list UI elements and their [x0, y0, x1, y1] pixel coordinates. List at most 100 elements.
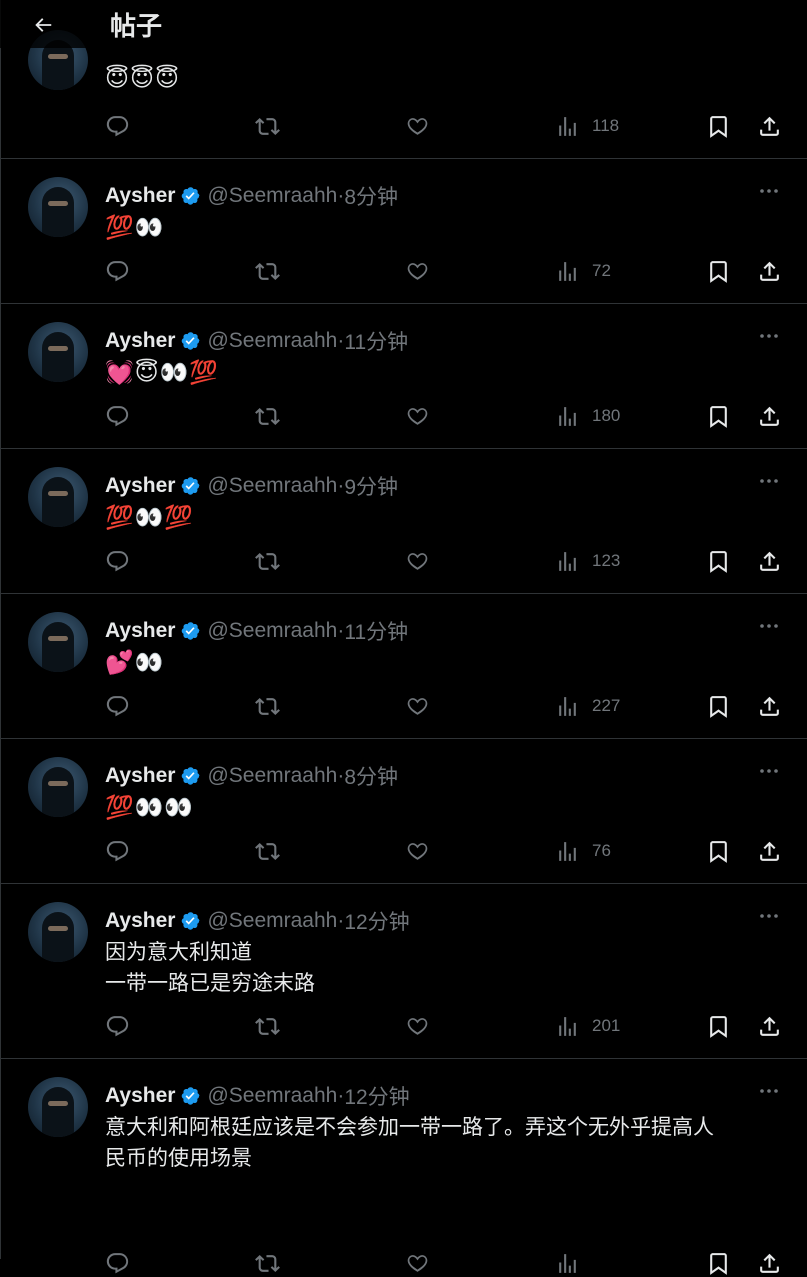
bookmark-button[interactable] — [706, 547, 731, 575]
post-actions: 72 — [105, 257, 795, 285]
retweet-button[interactable] — [255, 257, 280, 285]
like-button[interactable] — [405, 1249, 430, 1277]
author-name[interactable]: Aysher — [105, 1084, 175, 1108]
reply-button[interactable] — [105, 402, 130, 430]
bookmark-button[interactable] — [706, 692, 731, 720]
share-button[interactable] — [757, 1249, 782, 1277]
post-5[interactable]: Aysher @Seemraahh · 8分钟 💯👀👀 76 — [0, 739, 807, 884]
share-button[interactable] — [757, 692, 782, 720]
views-button[interactable]: 76 — [555, 837, 611, 865]
page-title: 帖子 — [110, 10, 163, 41]
like-button[interactable] — [405, 1012, 430, 1040]
reply-button[interactable] — [105, 1249, 130, 1277]
post-3[interactable]: Aysher @Seemraahh · 9分钟 💯👀💯 123 — [0, 449, 807, 594]
author-handle[interactable]: @Seemraahh — [207, 1084, 337, 1108]
like-button[interactable] — [405, 547, 430, 575]
reply-button[interactable] — [105, 547, 130, 575]
share-button[interactable] — [757, 547, 782, 575]
author-handle[interactable]: @Seemraahh — [207, 474, 337, 498]
more-button[interactable] — [757, 179, 781, 203]
author-name[interactable]: Aysher — [105, 619, 175, 643]
avatar[interactable] — [28, 467, 88, 527]
author-name[interactable]: Aysher — [105, 474, 175, 498]
like-button[interactable] — [405, 112, 430, 140]
avatar[interactable] — [28, 1077, 88, 1137]
bookmark-button[interactable] — [706, 402, 731, 430]
author-handle[interactable]: @Seemraahh — [207, 329, 337, 353]
avatar[interactable] — [28, 322, 88, 382]
more-button[interactable] — [757, 759, 781, 783]
like-button[interactable] — [405, 402, 430, 430]
author-name[interactable]: Aysher — [105, 764, 175, 788]
more-button[interactable] — [757, 324, 781, 348]
reply-button[interactable] — [105, 692, 130, 720]
reply-button[interactable] — [105, 112, 130, 140]
share-button[interactable] — [757, 112, 782, 140]
author-name[interactable]: Aysher — [105, 909, 175, 933]
post-time[interactable]: 9分钟 — [344, 471, 398, 501]
share-button[interactable] — [757, 1012, 782, 1040]
share-icon — [760, 551, 779, 571]
share-icon — [760, 261, 779, 281]
like-button[interactable] — [405, 692, 430, 720]
post-2[interactable]: Aysher @Seemraahh · 11分钟 💓😇👀💯 180 — [0, 304, 807, 449]
bookmark-button[interactable] — [706, 257, 731, 285]
views-button[interactable]: 123 — [555, 547, 620, 575]
more-button[interactable] — [757, 1079, 781, 1103]
post-4[interactable]: Aysher @Seemraahh · 11分钟 💕👀 227 — [0, 594, 807, 739]
retweet-button[interactable] — [255, 837, 280, 865]
share-button[interactable] — [757, 837, 782, 865]
avatar[interactable] — [28, 757, 88, 817]
retweet-button[interactable] — [255, 547, 280, 575]
retweet-button[interactable] — [255, 692, 280, 720]
reply-button[interactable] — [105, 837, 130, 865]
post-7[interactable]: Aysher @Seemraahh · 12分钟 意大利和阿根廷应该是不会参加一带一… — [0, 1059, 807, 1275]
back-button[interactable] — [32, 14, 52, 34]
post-text: 💕👀 — [105, 649, 165, 675]
author-handle[interactable]: @Seemraahh — [207, 764, 337, 788]
avatar[interactable] — [28, 902, 88, 962]
retweet-button[interactable] — [255, 1012, 280, 1040]
post-time[interactable]: 8分钟 — [344, 761, 398, 791]
retweet-icon — [255, 1254, 280, 1272]
retweet-button[interactable] — [255, 402, 280, 430]
like-button[interactable] — [405, 257, 430, 285]
post-6[interactable]: Aysher @Seemraahh · 12分钟 因为意大利知道 一带一路已是穷途末… — [0, 884, 807, 1059]
views-button[interactable]: 72 — [555, 257, 611, 285]
author-handle[interactable]: @Seemraahh — [207, 619, 337, 643]
views-button[interactable]: 201 — [555, 1012, 620, 1040]
like-button[interactable] — [405, 837, 430, 865]
views-button[interactable]: 227 — [555, 692, 620, 720]
author-handle[interactable]: @Seemraahh — [207, 184, 337, 208]
avatar[interactable] — [28, 612, 88, 672]
reply-button[interactable] — [105, 1012, 130, 1040]
share-button[interactable] — [757, 257, 782, 285]
post-time[interactable]: 11分钟 — [344, 326, 408, 356]
separator: · — [337, 909, 345, 932]
retweet-icon — [255, 697, 280, 715]
post-time[interactable]: 12分钟 — [344, 906, 409, 936]
author-name[interactable]: Aysher — [105, 329, 175, 353]
bookmark-button[interactable] — [706, 1249, 731, 1277]
post-time[interactable]: 12分钟 — [344, 1081, 409, 1111]
more-button[interactable] — [757, 904, 781, 928]
reply-button[interactable] — [105, 257, 130, 285]
retweet-button[interactable] — [255, 1249, 280, 1277]
bookmark-button[interactable] — [706, 112, 731, 140]
author-handle[interactable]: @Seemraahh — [207, 909, 337, 933]
more-button[interactable] — [757, 469, 781, 493]
views-button[interactable]: 180 — [555, 402, 620, 430]
author-name[interactable]: Aysher — [105, 184, 175, 208]
post-time[interactable]: 11分钟 — [344, 616, 408, 646]
bookmark-button[interactable] — [706, 1012, 731, 1040]
post-1[interactable]: Aysher @Seemraahh · 8分钟 💯👀 72 — [0, 159, 807, 304]
more-button[interactable] — [757, 614, 781, 638]
bookmark-button[interactable] — [706, 837, 731, 865]
avatar[interactable] — [28, 177, 88, 237]
views-button[interactable]: 118 — [555, 112, 619, 140]
share-icon — [760, 1253, 779, 1273]
retweet-button[interactable] — [255, 112, 280, 140]
share-button[interactable] — [757, 402, 782, 430]
post-time[interactable]: 8分钟 — [344, 181, 398, 211]
views-button[interactable] — [555, 1249, 592, 1277]
